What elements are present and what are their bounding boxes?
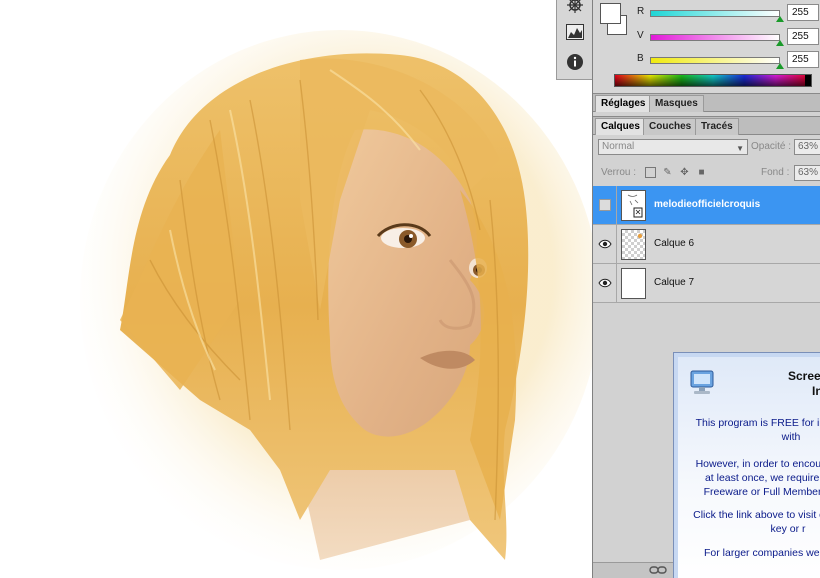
slider-r-value[interactable]: 255 [787, 4, 819, 21]
adjustments-tab-bar: Réglages Masques [593, 93, 820, 112]
link-layers-icon[interactable] [649, 565, 667, 576]
slider-b-track[interactable] [650, 57, 780, 64]
tab-couches[interactable]: Couches [643, 118, 698, 135]
panel-icon-strip [556, 0, 592, 80]
blend-mode-value: Normal [602, 141, 635, 152]
lock-all-icon[interactable]: ■ [696, 167, 707, 178]
tab-masques[interactable]: Masques [649, 95, 704, 112]
eye-icon[interactable] [598, 238, 612, 250]
dialog-title-line2: In [812, 384, 820, 398]
lock-brush-icon[interactable]: ✎ [662, 167, 673, 178]
slider-v-label: V [637, 30, 644, 41]
eye-icon[interactable] [598, 277, 612, 289]
slider-b-label: B [637, 53, 644, 64]
lock-transparency-icon[interactable] [645, 167, 656, 178]
opacity-field[interactable]: 63% [794, 139, 820, 155]
color-panel: R 255 V 255 B 255 [593, 0, 820, 93]
visibility-off-box[interactable] [599, 199, 611, 211]
lock-move-icon[interactable]: ✥ [679, 167, 690, 178]
tab-traces[interactable]: Tracés [695, 118, 739, 135]
layer-name: Calque 7 [654, 277, 695, 288]
dialog-text-line: at least once, we require th [704, 472, 820, 484]
dialog-title-line1: Scree [788, 369, 820, 383]
histogram-icon[interactable] [562, 21, 588, 43]
slider-r-track[interactable] [650, 10, 780, 17]
lock-label: Verrou : [601, 167, 637, 178]
dialog-text-line: This program is FREE for inc [695, 417, 820, 429]
opacity-label: Opacité : [751, 141, 792, 152]
layer-name: melodieofficielcroquis [654, 199, 761, 210]
layer-row-melodieofficielcroquis[interactable]: melodieofficielcroquis [593, 186, 820, 225]
layers-tab-bar: Calques Couches Tracés [593, 116, 820, 135]
slider-b: B 255 [593, 51, 820, 71]
portrait-painting [80, 30, 592, 570]
layer-visibility-cell[interactable] [593, 264, 617, 303]
layer-thumbnail [621, 229, 646, 260]
layer-visibility-cell[interactable] [593, 186, 617, 225]
layer-row-calque-6[interactable]: Calque 6 [593, 225, 820, 264]
dialog-text-line: key or r [770, 523, 806, 535]
dialog-text-line: However, in order to encoura [695, 458, 820, 470]
layer-visibility-cell[interactable] [593, 225, 617, 264]
slider-v-track[interactable] [650, 34, 780, 41]
layer-thumbnail [621, 268, 646, 299]
slider-r-thumb[interactable] [776, 16, 784, 22]
color-spectrum-bar[interactable] [614, 74, 812, 87]
tab-reglages[interactable]: Réglages [595, 95, 652, 112]
slider-b-value[interactable]: 255 [787, 51, 819, 68]
chevron-down-icon: ▼ [736, 144, 744, 153]
slider-b-thumb[interactable] [776, 63, 784, 69]
slider-r-label: R [637, 6, 645, 17]
slider-v-thumb[interactable] [776, 40, 784, 46]
fill-label: Fond : [761, 167, 790, 178]
tab-calques[interactable]: Calques [595, 118, 646, 135]
layer-name: Calque 6 [654, 238, 695, 249]
dialog-text-line: For larger companies we off [704, 547, 820, 559]
dialog-text-line: Click the link above to visit ou [693, 509, 820, 521]
blend-mode-select[interactable]: Normal ▼ [598, 139, 748, 155]
photoshop-window: R 255 V 255 B 255 Réglages Masques Calqu… [0, 0, 820, 578]
dialog-text-line: Freeware or Full Member lic [703, 486, 820, 498]
slider-v-value[interactable]: 255 [787, 28, 819, 45]
layer-row-calque-7[interactable]: Calque 7 [593, 264, 820, 303]
compass-icon[interactable] [562, 0, 588, 16]
license-dialog: Scree In This program is FREE for inc wi… [673, 352, 820, 578]
info-icon[interactable] [562, 51, 588, 73]
slider-v: V 255 [593, 28, 820, 48]
slider-r: R 255 [593, 4, 820, 24]
dialog-body: Scree In This program is FREE for inc wi… [678, 357, 820, 578]
dialog-text-line: with [781, 431, 801, 443]
layer-thumbnail [621, 190, 646, 221]
fill-field[interactable]: 63% [794, 165, 820, 181]
document-canvas[interactable] [0, 0, 592, 578]
computer-icon [690, 370, 714, 394]
